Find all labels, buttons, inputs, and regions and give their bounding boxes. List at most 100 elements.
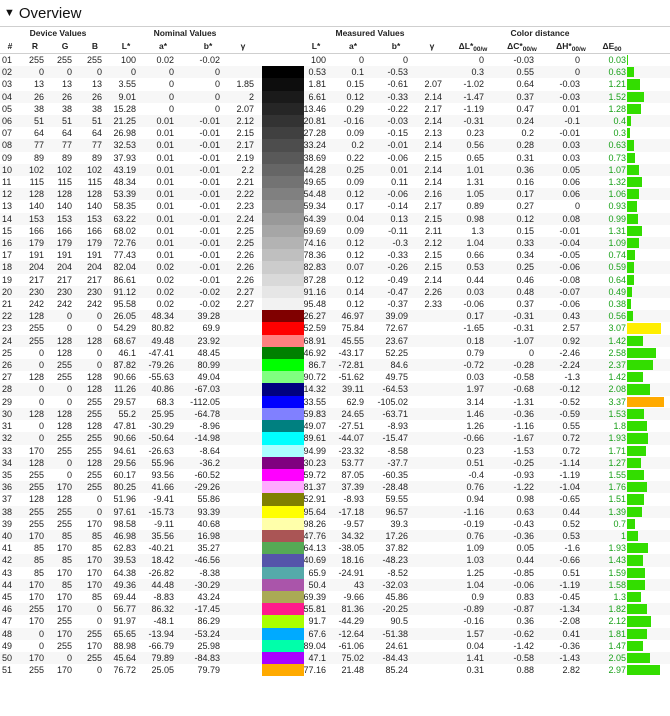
- cell-delta-l: 0.3: [471, 67, 484, 78]
- delta-e-bar: [627, 250, 636, 261]
- table-row[interactable]: 27 128 255 128 90.66 -55.63 49.04 90.72 -51.62 49…: [0, 371, 670, 384]
- table-row[interactable]: 24 255 128 128 68.67 49.48 23.92 68.91 45.55 23.6…: [0, 334, 670, 347]
- group-nominal-values: Nominal Values: [153, 28, 217, 38]
- cell-r: 0: [38, 347, 44, 358]
- table-row[interactable]: 48 0 170 255 65.65 -13.94 -53.24 67.6 -12.64 -51.…: [0, 627, 670, 640]
- collapse-triangle-icon[interactable]: ▼: [4, 7, 15, 19]
- table-row[interactable]: 01 255 255 255 100 0.02 -0.02 100 0 0 0 -0.03 0 0.03: [0, 54, 670, 67]
- cell-g: 115: [57, 177, 72, 188]
- cell-b: 170: [86, 640, 102, 651]
- cell-b: 51: [91, 116, 102, 127]
- delta-e-bar: [627, 116, 632, 127]
- cell-nominal-b: -36.2: [199, 457, 220, 468]
- table-row[interactable]: 32 0 255 255 90.66 -50.64 -14.98 89.61 -44.07 -15…: [0, 432, 670, 445]
- col-r[interactable]: R: [28, 39, 42, 53]
- col-measured-a[interactable]: a*: [342, 39, 364, 53]
- cell-nominal-gamma: [226, 603, 254, 615]
- table-row[interactable]: 17 191 191 191 77.43 0.01 -0.01 2.26 78.36 0.12 -0…: [0, 249, 670, 262]
- col-b[interactable]: B: [88, 39, 102, 53]
- col-delta-h[interactable]: ΔH*00/w: [548, 39, 594, 53]
- cell-measured-b: 84.6: [390, 360, 408, 371]
- table-row[interactable]: 10 102 102 102 43.19 0.01 -0.01 2.2 44.28 0.25 0.0…: [0, 163, 670, 177]
- table-row[interactable]: 38 255 255 0 97.61 -15.73 93.39 95.64 -17.18 96.5…: [0, 505, 670, 518]
- table-row[interactable]: 08 77 77 77 32.53 0.01 -0.01 2.17 33.24 0.2 -0.01 2…: [0, 139, 670, 152]
- table-row[interactable]: 18 204 204 204 82.04 0.02 -0.01 2.26 82.83 0.07 -0…: [0, 261, 670, 274]
- overview-section-header[interactable]: ▼ Overview: [0, 0, 670, 27]
- col-nominal-b[interactable]: b*: [197, 39, 219, 53]
- table-row[interactable]: 44 170 85 170 49.36 44.48 -30.29 50.4 43 -32.03 1.…: [0, 578, 670, 591]
- table-row[interactable]: 40 170 85 85 46.98 35.56 16.98 47.76 34.32 17.26 0…: [0, 529, 670, 543]
- table-row[interactable]: 09 89 89 89 37.93 0.01 -0.01 2.19 38.69 0.22 -0.06…: [0, 151, 670, 164]
- cell-delta-c: -0.36: [513, 530, 534, 541]
- table-row[interactable]: 49 0 255 170 88.98 -66.79 25.98 89.04 -61.06 24.6…: [0, 639, 670, 652]
- table-row[interactable]: 29 0 0 255 29.57 68.3 -112.05 33.55 62.9 -105.02 3…: [0, 395, 670, 408]
- cell-num: 48: [2, 628, 13, 639]
- col-delta-c[interactable]: ΔC*00/w: [500, 39, 544, 53]
- table-row[interactable]: 02 0 0 0 0 0 0 0.53 0.1 -0.53 0.3 0.55 0 0.63: [0, 66, 670, 79]
- table-row[interactable]: 31 0 128 128 47.81 -30.29 -8.96 49.07 -27.51 -8.9…: [0, 420, 670, 433]
- cell-b: 217: [86, 274, 102, 285]
- table-row[interactable]: 22 128 0 0 26.05 48.34 39.28 26.27 46.97 39.09 0.1…: [0, 310, 670, 323]
- color-swatch: [262, 249, 304, 262]
- table-row[interactable]: 07 64 64 64 26.98 0.01 -0.01 2.15 27.28 0.09 -0.15…: [0, 127, 670, 140]
- cell-delta-c: 0.12: [516, 213, 534, 224]
- table-row[interactable]: 11 115 115 115 48.34 0.01 -0.01 2.21 49.65 0.09 0.…: [0, 176, 670, 189]
- table-row[interactable]: 43 85 170 170 64.38 -26.82 -8.38 65.9 -24.91 -8.5…: [0, 566, 670, 579]
- col-nominal-l[interactable]: L*: [115, 39, 137, 53]
- table-row[interactable]: 15 166 166 166 68.02 0.01 -0.01 2.25 69.69 0.09 -0…: [0, 224, 670, 238]
- table-row[interactable]: 47 170 255 0 91.97 -48.1 86.29 91.7 -44.29 90.5 -0…: [0, 615, 670, 628]
- cell-delta-e: 1.53: [608, 408, 626, 419]
- table-row[interactable]: 42 85 85 170 39.53 18.42 -46.56 40.69 18.16 -48.2…: [0, 554, 670, 567]
- col-measured-gamma[interactable]: γ: [425, 39, 439, 53]
- table-row[interactable]: 30 128 128 255 55.2 25.95 -64.78 59.83 24.65 -63.…: [0, 407, 670, 421]
- cell-delta-c: -0.28: [513, 360, 534, 371]
- table-row[interactable]: 14 153 153 153 63.22 0.01 -0.01 2.24 64.39 0.04 0.…: [0, 212, 670, 225]
- col-num[interactable]: #: [2, 39, 18, 53]
- table-row[interactable]: 33 170 255 255 94.61 -26.63 -8.64 94.99 -23.32 -8…: [0, 444, 670, 457]
- delta-e-bar-track: [627, 335, 667, 346]
- table-row[interactable]: 51 255 170 0 76.72 25.05 79.79 77.16 21.48 85.24 0…: [0, 664, 670, 677]
- table-row[interactable]: 28 0 0 128 11.26 40.86 -67.03 14.32 39.11 -64.53 1…: [0, 383, 670, 396]
- cell-g: 255: [56, 616, 72, 627]
- table-row[interactable]: 41 85 170 85 62.83 -40.21 35.27 64.13 -38.05 37.8…: [0, 542, 670, 555]
- table-row[interactable]: 50 170 0 255 45.64 79.89 -84.83 47.1 75.02 -84.43…: [0, 651, 670, 665]
- table-row[interactable]: 16 179 179 179 72.76 0.01 -0.01 2.25 74.16 0.12 -0…: [0, 237, 670, 250]
- cell-measured-gamma: 2.17: [424, 201, 442, 212]
- col-delta-e[interactable]: ΔE00: [596, 39, 628, 53]
- table-row[interactable]: 04 26 26 26 9.01 0 0 2 6.61 0.12 -0.33 2.14 -1.47 0.3…: [0, 90, 670, 103]
- table-row[interactable]: 45 170 170 85 69.44 -8.83 43.24 69.39 -9.66 45.86…: [0, 590, 670, 604]
- table-row[interactable]: 19 217 217 217 86.61 0.02 -0.01 2.26 87.28 0.12 -0…: [0, 273, 670, 286]
- delta-e-bar-track: [627, 421, 667, 432]
- table-row[interactable]: 06 51 51 51 21.25 0.01 -0.01 2.12 20.81 -0.16 -0.0…: [0, 115, 670, 128]
- table-row[interactable]: 20 230 230 230 91.12 0.02 -0.02 2.27 91.16 0.14 -0…: [0, 285, 670, 299]
- col-measured-l[interactable]: L*: [305, 39, 327, 53]
- table-row[interactable]: 21 242 242 242 95.58 0.02 -0.02 2.27 95.48 0.12 -0…: [0, 298, 670, 311]
- cell-delta-l: -0.72: [463, 360, 484, 371]
- cell-delta-c: -0.03: [513, 55, 534, 65]
- delta-e-bar: [627, 238, 640, 249]
- table-row[interactable]: 35 255 0 255 60.17 93.56 -60.52 59.72 87.05 -60.3…: [0, 468, 670, 482]
- table-row[interactable]: 05 38 38 38 15.28 0 0 2.07 13.46 0.29 -0.22 2.17 -1.…: [0, 102, 670, 116]
- table-row[interactable]: 34 128 0 128 29.56 55.96 -36.2 30.23 53.77 -37.7 0…: [0, 456, 670, 469]
- table-row[interactable]: 37 128 128 0 51.96 -9.41 55.86 52.91 -8.93 59.55 0…: [0, 493, 670, 506]
- color-swatch: [262, 322, 304, 335]
- table-row[interactable]: 23 255 0 0 54.29 80.82 69.9 52.59 75.84 72.67 -1.6…: [0, 322, 670, 335]
- col-g[interactable]: G: [58, 39, 72, 53]
- cell-measured-b: 59.55: [385, 494, 408, 505]
- cell-delta-e: 0.64: [608, 274, 626, 285]
- col-measured-b[interactable]: b*: [385, 39, 407, 53]
- col-nominal-a[interactable]: a*: [152, 39, 174, 53]
- table-row[interactable]: 25 0 128 0 46.1 -47.41 48.45 46.92 -43.17 52.25 0.…: [0, 346, 670, 360]
- table-row[interactable]: 46 255 170 0 56.77 86.32 -17.45 55.81 81.36 -20.2…: [0, 603, 670, 616]
- table-row[interactable]: 36 255 170 255 80.25 41.66 -29.26 81.37 37.39 -28…: [0, 481, 670, 494]
- cell-delta-l: -1.65: [463, 323, 484, 334]
- col-nominal-gamma[interactable]: γ: [236, 39, 250, 53]
- table-row[interactable]: 13 140 140 140 58.35 0.01 -0.01 2.23 59.34 0.17 -0…: [0, 200, 670, 213]
- table-row[interactable]: 12 128 128 128 53.39 0.01 -0.01 2.22 54.48 0.12 -0…: [0, 188, 670, 201]
- table-row[interactable]: 39 255 255 170 98.58 -9.11 40.68 98.26 -9.57 39.3…: [0, 517, 670, 530]
- col-delta-l[interactable]: ΔL*00/w: [452, 39, 494, 53]
- table-row[interactable]: 03 13 13 13 3.55 0 0 1.85 1.81 0.15 -0.61 2.07 -1.02…: [0, 78, 670, 91]
- table-row[interactable]: 26 0 255 0 87.82 -79.26 80.99 86.7 -72.81 84.6 -0.…: [0, 359, 670, 372]
- cell-measured-b: -20.25: [382, 604, 408, 615]
- cell-nominal-b: 86.29: [197, 616, 220, 627]
